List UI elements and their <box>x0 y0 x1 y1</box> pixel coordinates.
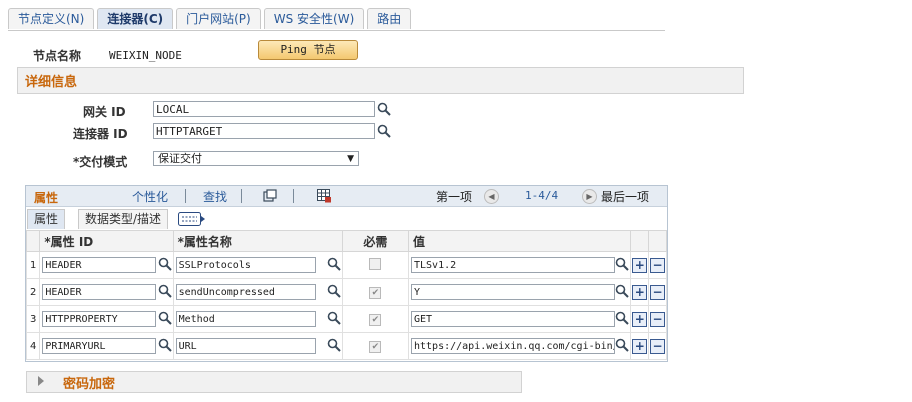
table-row: 3 HTTPPROPERTY Method ✔ GET + − <box>25 305 667 333</box>
find-link[interactable]: 查找 <box>203 188 227 205</box>
row-number: 1 <box>25 251 41 279</box>
password-encryption-title: 密码加密 <box>63 377 116 392</box>
value-field[interactable]: GET <box>411 311 615 327</box>
subtab-data-types[interactable]: 数据类型/描述 <box>78 209 169 229</box>
properties-table: *属性 ID *属性名称 必需 值 1 HEADER SSLProtocols TLS… <box>25 230 667 360</box>
required-checkbox[interactable] <box>369 257 382 270</box>
remove-row-button[interactable]: − <box>650 257 666 273</box>
property-id-field[interactable]: HTTPPROPERTY <box>42 311 157 327</box>
show-all-columns-icon[interactable] <box>178 212 206 226</box>
tab-underline <box>8 30 665 31</box>
last-label: 最后一项 <box>601 190 650 204</box>
gateway-id-label: 网关 ID <box>83 105 126 119</box>
property-id-field[interactable]: HEADER <box>42 284 157 300</box>
properties-grid: 属性 个性化 查找 第一项 ◀ 1-4/4 ▶ 最后一项 属性 数据类型/描述 <box>25 185 668 362</box>
tab-portal[interactable]: 门户网站(P) <box>176 8 261 29</box>
new-window-icon[interactable] <box>263 189 277 202</box>
lookup-icon[interactable] <box>615 284 630 298</box>
prev-arrow-icon[interactable]: ◀ <box>484 189 499 204</box>
divider <box>241 189 242 203</box>
row-range: 1-4/4 <box>525 189 559 202</box>
next-arrow-icon[interactable]: ▶ <box>582 189 597 204</box>
divider <box>185 189 186 203</box>
delivery-mode-select[interactable]: 保证交付 ▼ <box>153 151 359 166</box>
password-encryption-section[interactable]: 密码加密 <box>26 371 522 393</box>
lookup-icon[interactable] <box>615 311 630 325</box>
lookup-icon[interactable] <box>615 338 630 352</box>
row-number: 3 <box>25 305 41 333</box>
row-number: 4 <box>25 332 41 360</box>
add-row-button[interactable]: + <box>632 257 648 273</box>
lookup-icon[interactable] <box>327 284 341 298</box>
grid-header-bar: 属性 个性化 查找 第一项 ◀ 1-4/4 ▶ 最后一项 <box>26 186 667 207</box>
expand-triangle-icon[interactable] <box>38 376 44 386</box>
col-header-property-id: *属性 ID <box>39 230 174 252</box>
connector-id-label: 连接器 ID <box>73 127 128 141</box>
col-header-required: 必需 <box>341 230 410 252</box>
properties-title: 属性 <box>34 191 59 205</box>
tab-routing[interactable]: 路由 <box>367 8 412 29</box>
node-name-value: WEIXIN_NODE <box>109 49 182 62</box>
remove-row-button[interactable]: − <box>650 311 666 327</box>
details-title: 详细信息 <box>25 75 78 90</box>
row-number: 2 <box>25 278 41 306</box>
property-name-field[interactable]: URL <box>175 338 316 354</box>
property-id-field[interactable]: HEADER <box>42 257 157 273</box>
download-grid-icon[interactable] <box>317 189 332 203</box>
add-row-button[interactable]: + <box>632 311 648 327</box>
col-header-property-name: *属性名称 <box>172 230 343 252</box>
value-field[interactable]: TLSv1.2 <box>411 257 615 273</box>
gateway-id-field[interactable]: LOCAL <box>153 101 375 117</box>
personalize-link[interactable]: 个性化 <box>132 188 168 205</box>
value-field[interactable]: https://api.weixin.qq.com/cgi-bin/ <box>411 338 615 354</box>
subtab-properties[interactable]: 属性 <box>27 209 66 229</box>
table-row: 1 HEADER SSLProtocols TLSv1.2 + − <box>25 251 667 279</box>
required-checkbox[interactable]: ✔ <box>369 341 382 353</box>
lookup-icon[interactable] <box>327 257 341 271</box>
delivery-mode-value: 保证交付 <box>158 152 202 165</box>
ping-node-button[interactable]: Ping 节点 <box>258 40 358 60</box>
lookup-icon[interactable] <box>158 338 172 352</box>
property-name-field[interactable]: sendUncompressed <box>175 284 316 300</box>
tab-node-definition[interactable]: 节点定义(N) <box>8 8 95 29</box>
property-id-field[interactable]: PRIMARYURL <box>42 338 157 354</box>
remove-row-button[interactable]: − <box>650 284 666 300</box>
lookup-icon[interactable] <box>158 257 172 271</box>
gateway-lookup-icon[interactable] <box>377 102 391 116</box>
top-tabs: 节点定义(N) 连接器(C) 门户网站(P) WS 安全性(W) 路由 <box>8 8 414 30</box>
value-field[interactable]: Y <box>411 284 615 300</box>
remove-col-header <box>648 230 667 252</box>
col-header-value: 值 <box>407 230 632 252</box>
lookup-icon[interactable] <box>327 311 341 325</box>
lookup-icon[interactable] <box>615 257 630 271</box>
lookup-icon[interactable] <box>327 338 341 352</box>
first-label: 第一项 <box>436 190 473 204</box>
divider <box>293 189 294 203</box>
lookup-icon[interactable] <box>158 311 172 325</box>
row-number-header <box>25 230 41 252</box>
dropdown-arrow-icon: ▼ <box>347 154 354 164</box>
add-row-button[interactable]: + <box>632 338 648 354</box>
node-name-label: 节点名称 <box>33 49 82 63</box>
required-checkbox[interactable]: ✔ <box>369 287 382 299</box>
table-row: 2 HEADER sendUncompressed ✔ Y + − <box>25 278 667 306</box>
tab-ws-security[interactable]: WS 安全性(W) <box>263 8 365 29</box>
add-row-button[interactable]: + <box>632 284 648 300</box>
table-row: 4 PRIMARYURL URL ✔ https://api.weixin.qq.com… <box>25 332 667 360</box>
details-section-header: 详细信息 <box>17 67 744 94</box>
property-name-field[interactable]: SSLProtocols <box>175 257 316 273</box>
add-col-header <box>630 230 650 252</box>
remove-row-button[interactable]: − <box>650 338 666 354</box>
grid-subtabs: 属性 数据类型/描述 <box>26 207 667 229</box>
connector-lookup-icon[interactable] <box>377 124 391 138</box>
connector-id-field[interactable]: HTTPTARGET <box>153 123 375 139</box>
lookup-icon[interactable] <box>158 284 172 298</box>
tab-connectors[interactable]: 连接器(C) <box>97 8 174 29</box>
required-checkbox[interactable]: ✔ <box>369 314 382 326</box>
delivery-mode-label: *交付模式 <box>73 155 128 169</box>
property-name-field[interactable]: Method <box>175 311 316 327</box>
